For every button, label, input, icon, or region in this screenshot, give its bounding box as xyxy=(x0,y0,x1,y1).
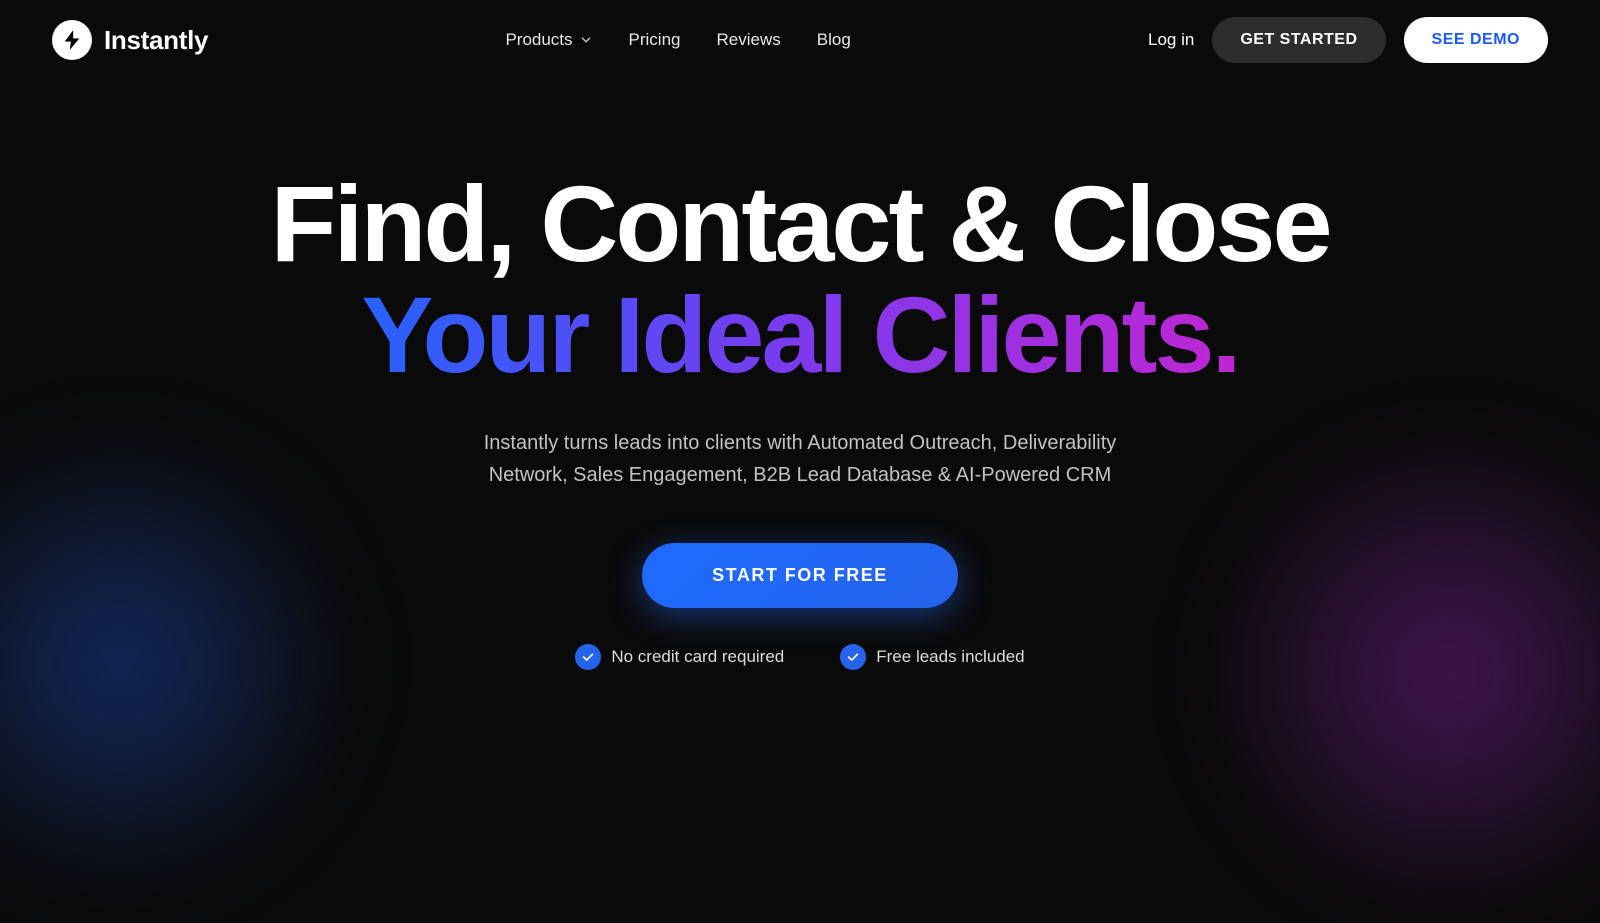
nav-right: Log in GET STARTED SEE DEMO xyxy=(1148,17,1548,63)
chevron-down-icon xyxy=(579,33,593,47)
nav-reviews-link[interactable]: Reviews xyxy=(717,30,781,49)
hero-subheading: Instantly turns leads into clients with … xyxy=(460,427,1140,491)
check-icon-2 xyxy=(840,644,866,670)
check-icon-1 xyxy=(575,644,601,670)
hero-heading-line2: Your Ideal Clients. xyxy=(361,278,1238,391)
see-demo-button[interactable]: SEE DEMO xyxy=(1404,17,1548,63)
login-link[interactable]: Log in xyxy=(1148,30,1194,50)
hero-badges: No credit card required Free leads inclu… xyxy=(575,644,1024,670)
badge-free-leads-text: Free leads included xyxy=(876,647,1024,667)
get-started-button[interactable]: GET STARTED xyxy=(1212,17,1385,63)
nav-products-link[interactable]: Products xyxy=(505,30,592,50)
bolt-icon xyxy=(61,29,83,51)
logo-link[interactable]: Instantly xyxy=(52,20,208,60)
nav-links: Products Pricing Reviews Blog xyxy=(505,30,850,50)
nav-blog-link[interactable]: Blog xyxy=(817,30,851,49)
badge-no-credit-card: No credit card required xyxy=(575,644,784,670)
start-free-button[interactable]: START FOR FREE xyxy=(642,543,958,608)
checkmark-icon-2 xyxy=(846,650,860,664)
hero-heading-line1: Find, Contact & Close xyxy=(270,170,1329,278)
logo-icon xyxy=(52,20,92,60)
badge-no-credit-card-text: No credit card required xyxy=(611,647,784,667)
checkmark-icon-1 xyxy=(581,650,595,664)
nav-pricing-link[interactable]: Pricing xyxy=(629,30,681,49)
brand-name: Instantly xyxy=(104,25,208,56)
nav-products-label: Products xyxy=(505,30,572,50)
badge-free-leads: Free leads included xyxy=(840,644,1024,670)
navbar: Instantly Products Pricing Reviews Blog xyxy=(0,0,1600,80)
hero-section: Find, Contact & Close Your Ideal Clients… xyxy=(0,80,1600,670)
